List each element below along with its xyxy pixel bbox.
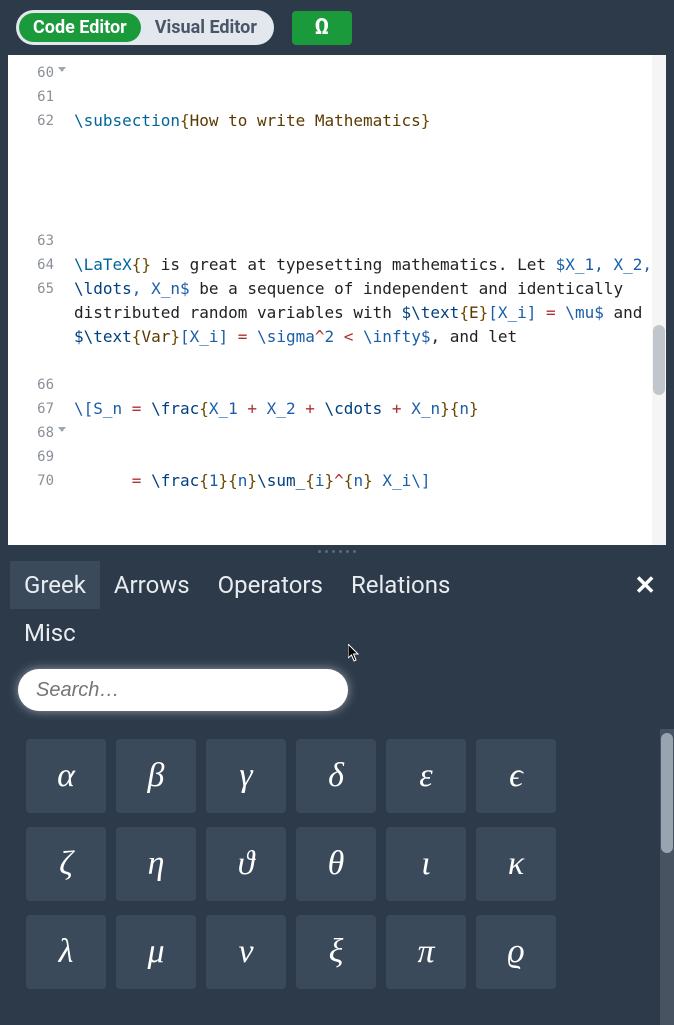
fold-icon[interactable] <box>58 67 66 72</box>
tab-arrows[interactable]: Arrows <box>100 561 204 609</box>
symbol-eta[interactable]: η <box>116 827 196 901</box>
pane-resize-handle[interactable] <box>0 545 674 557</box>
scrollbar-thumb[interactable] <box>661 733 673 853</box>
gutter-line: 68 <box>8 421 66 445</box>
symbol-delta[interactable]: δ <box>296 739 376 813</box>
symbol-varrho[interactable]: ϱ <box>476 915 556 989</box>
symbol-varepsilon[interactable]: ε <box>386 739 466 813</box>
symbol-xi[interactable]: ξ <box>296 915 376 989</box>
tab-greek[interactable]: Greek <box>10 561 100 609</box>
gutter-line: 64 <box>8 253 66 277</box>
scrollbar-thumb[interactable] <box>653 325 665 395</box>
symbol-theta[interactable]: θ <box>296 827 376 901</box>
panel-scrollbar[interactable] <box>660 729 674 1025</box>
gutter-line: 65 <box>8 277 66 373</box>
symbol-zeta[interactable]: ζ <box>26 827 106 901</box>
code-editor[interactable]: 60 61 62 63 64 65 66 67 68 69 70 \subsec… <box>8 55 666 545</box>
gutter-line: 61 <box>8 85 66 109</box>
gutter-line: 66 <box>8 373 66 397</box>
symbol-category-tabs: Greek Arrows Operators Relations ✕ Misc <box>0 557 674 657</box>
gutter-line: 70 <box>8 469 66 493</box>
editor-scrollbar[interactable] <box>652 55 666 545</box>
tab-operators[interactable]: Operators <box>204 561 337 609</box>
gutter-line: 67 <box>8 397 66 421</box>
gutter-line: 69 <box>8 445 66 469</box>
tab-visual-editor[interactable]: Visual Editor <box>141 13 271 42</box>
symbol-nu[interactable]: ν <box>206 915 286 989</box>
symbol-lambda[interactable]: λ <box>26 915 106 989</box>
tab-code-editor[interactable]: Code Editor <box>19 13 141 42</box>
symbol-iota[interactable]: ι <box>386 827 466 901</box>
symbol-epsilon[interactable]: ϵ <box>476 739 556 813</box>
editor-tab-bar: Code Editor Visual Editor Ω <box>0 0 674 55</box>
gutter-line: 60 <box>8 61 66 85</box>
symbol-kappa[interactable]: κ <box>476 827 556 901</box>
symbol-search-input[interactable] <box>18 669 348 711</box>
tab-pill-group: Code Editor Visual Editor <box>16 10 274 45</box>
symbol-vartheta[interactable]: ϑ <box>206 827 286 901</box>
symbol-grid: α β γ δ ε ϵ ζ η ϑ θ ι κ λ μ ν ξ π ϱ <box>0 729 660 1025</box>
line-gutter: 60 61 62 63 64 65 66 67 68 69 70 <box>8 55 70 545</box>
symbol-alpha[interactable]: α <box>26 739 106 813</box>
fold-icon[interactable] <box>58 427 66 432</box>
symbol-beta[interactable]: β <box>116 739 196 813</box>
symbol-panel: Greek Arrows Operators Relations ✕ Misc … <box>0 557 674 1025</box>
symbol-search-row <box>0 657 674 729</box>
tab-misc[interactable]: Misc <box>10 609 90 657</box>
gutter-line: 62 <box>8 109 66 229</box>
gutter-line: 63 <box>8 229 66 253</box>
symbol-pi[interactable]: π <box>386 915 466 989</box>
symbol-gamma[interactable]: γ <box>206 739 286 813</box>
tab-relations[interactable]: Relations <box>337 561 464 609</box>
close-icon[interactable]: ✕ <box>634 571 656 601</box>
symbol-palette-button[interactable]: Ω <box>292 11 352 45</box>
symbol-mu[interactable]: μ <box>116 915 196 989</box>
code-body[interactable]: \subsection{How to write Mathematics} \L… <box>70 55 666 545</box>
code-editor-wrap: 60 61 62 63 64 65 66 67 68 69 70 \subsec… <box>0 55 674 545</box>
